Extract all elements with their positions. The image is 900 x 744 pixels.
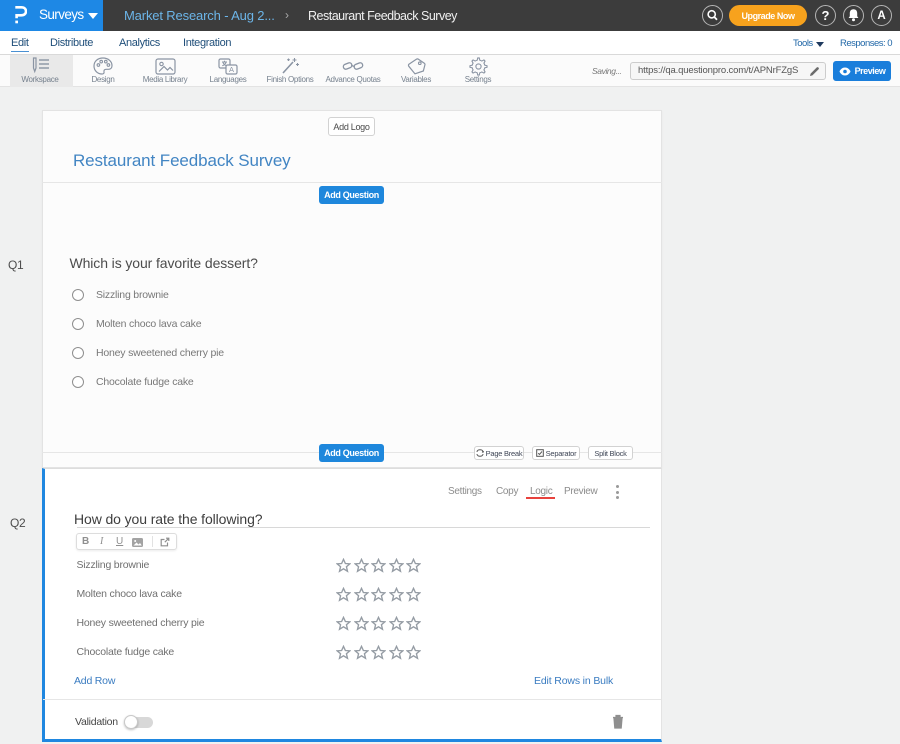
svg-text:A: A — [229, 65, 234, 74]
